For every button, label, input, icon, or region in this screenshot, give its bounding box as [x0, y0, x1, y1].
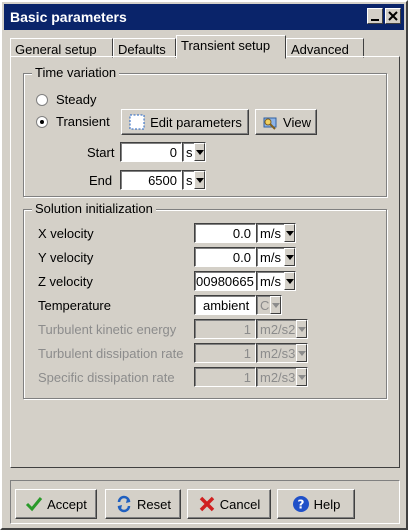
- start-unit-value: s: [186, 145, 193, 160]
- reset-label: Reset: [137, 496, 171, 512]
- reset-icon: [117, 495, 131, 513]
- chevron-down-icon[interactable]: [284, 272, 295, 290]
- turbulent-dissipation-rate-unit: m2/s3: [260, 346, 296, 361]
- view-label: View: [283, 114, 311, 130]
- edit-parameters-label: Edit parameters: [150, 114, 242, 130]
- dialog-button-bar: Accept Reset Cancel ? Help: [10, 480, 400, 524]
- help-label: Help: [313, 496, 341, 512]
- turbulent-kinetic-energy-label: Turbulent kinetic energy: [38, 322, 177, 337]
- transient-setup-panel: Time variation Steady Transient Edit par…: [10, 56, 400, 468]
- basic-parameters-window: Basic parameters General setup Defaults …: [0, 0, 408, 530]
- close-icon: [388, 11, 398, 21]
- accept-label: Accept: [47, 496, 87, 512]
- solution-initialization-legend: Solution initialization: [32, 201, 156, 216]
- tab-advanced[interactable]: Advanced: [286, 38, 364, 58]
- svg-text:?: ?: [297, 498, 304, 512]
- tab-general-setup[interactable]: General setup: [10, 38, 113, 58]
- view-button[interactable]: View: [255, 109, 317, 135]
- cancel-label: Cancel: [219, 496, 261, 512]
- specific-dissipation-rate-unit-select[interactable]: m2/s3: [256, 367, 308, 387]
- x-velocity-unit-select[interactable]: m/s: [256, 223, 296, 243]
- temperature-select[interactable]: ambient: [194, 295, 256, 315]
- z-velocity-input[interactable]: 00980665: [194, 271, 256, 291]
- x-velocity-label: X velocity: [38, 226, 94, 241]
- minimize-icon: [371, 19, 379, 21]
- turbulent-kinetic-energy-unit-select[interactable]: m2/s2: [256, 319, 308, 339]
- tab-defaults[interactable]: Defaults: [113, 38, 176, 58]
- turbulent-kinetic-energy-unit: m2/s2: [260, 322, 296, 337]
- end-input[interactable]: 6500: [120, 170, 182, 190]
- view-icon: [263, 117, 277, 130]
- steady-radio[interactable]: [36, 94, 48, 106]
- start-input[interactable]: 0: [120, 142, 182, 162]
- turbulent-dissipation-rate-unit-select[interactable]: m2/s3: [256, 343, 308, 363]
- y-velocity-unit-select[interactable]: m/s: [256, 247, 296, 267]
- end-unit-select[interactable]: s: [182, 170, 206, 190]
- minimize-button[interactable]: [367, 8, 383, 24]
- checkmark-icon: [26, 497, 43, 512]
- cancel-button[interactable]: Cancel: [187, 489, 271, 519]
- specific-dissipation-rate-unit: m2/s3: [260, 370, 296, 385]
- reset-button[interactable]: Reset: [105, 489, 181, 519]
- y-velocity-unit: m/s: [260, 250, 281, 265]
- solution-initialization-group: Solution initialization X velocity 0.0 m…: [23, 201, 387, 399]
- specific-dissipation-rate-input[interactable]: 1: [194, 367, 256, 387]
- turbulent-dissipation-rate-label: Turbulent dissipation rate: [38, 346, 184, 361]
- help-icon: ?: [292, 496, 309, 512]
- end-label: End: [89, 173, 113, 188]
- end-unit-value: s: [186, 173, 193, 188]
- tab-transient-setup[interactable]: Transient setup: [176, 35, 286, 59]
- chevron-down-icon[interactable]: [296, 344, 307, 362]
- temperature-label: Temperature: [38, 298, 111, 313]
- chevron-down-icon[interactable]: [296, 320, 307, 338]
- edit-parameters-icon: [129, 114, 145, 130]
- chevron-down-icon[interactable]: [296, 368, 307, 386]
- start-label: Start: [87, 145, 115, 160]
- z-velocity-label: Z velocity: [38, 274, 93, 289]
- chevron-down-icon[interactable]: [270, 296, 281, 314]
- turbulent-dissipation-rate-input[interactable]: 1: [194, 343, 256, 363]
- specific-dissipation-rate-label: Specific dissipation rate: [38, 370, 175, 385]
- accept-button[interactable]: Accept: [15, 489, 97, 519]
- z-velocity-unit-select[interactable]: m/s: [256, 271, 296, 291]
- steady-label: Steady: [56, 92, 97, 107]
- y-velocity-input[interactable]: 0.0: [194, 247, 256, 267]
- cancel-icon: [199, 496, 215, 512]
- transient-radio[interactable]: [36, 116, 48, 128]
- transient-label: Transient: [56, 114, 110, 129]
- x-velocity-unit: m/s: [260, 226, 281, 241]
- temperature-value: ambient: [203, 298, 250, 313]
- z-velocity-unit: m/s: [260, 274, 281, 289]
- x-velocity-input[interactable]: 0.0: [194, 223, 256, 243]
- radio-selected-dot: [40, 120, 44, 124]
- chevron-down-icon[interactable]: [194, 143, 205, 161]
- title-bar: Basic parameters: [4, 4, 404, 30]
- time-variation-legend: Time variation: [32, 65, 120, 80]
- chevron-down-icon[interactable]: [284, 248, 295, 266]
- window-title: Basic parameters: [10, 9, 127, 25]
- close-button[interactable]: [385, 8, 401, 24]
- chevron-down-icon[interactable]: [194, 171, 205, 189]
- temperature-unit-select[interactable]: C: [256, 295, 282, 315]
- help-button[interactable]: ? Help: [277, 489, 355, 519]
- edit-parameters-button[interactable]: Edit parameters: [121, 109, 249, 135]
- y-velocity-label: Y velocity: [38, 250, 94, 265]
- start-unit-select[interactable]: s: [182, 142, 206, 162]
- chevron-down-icon[interactable]: [284, 224, 295, 242]
- temperature-unit: C: [260, 298, 270, 313]
- time-variation-group: Time variation Steady Transient Edit par…: [23, 65, 387, 197]
- turbulent-kinetic-energy-input[interactable]: 1: [194, 319, 256, 339]
